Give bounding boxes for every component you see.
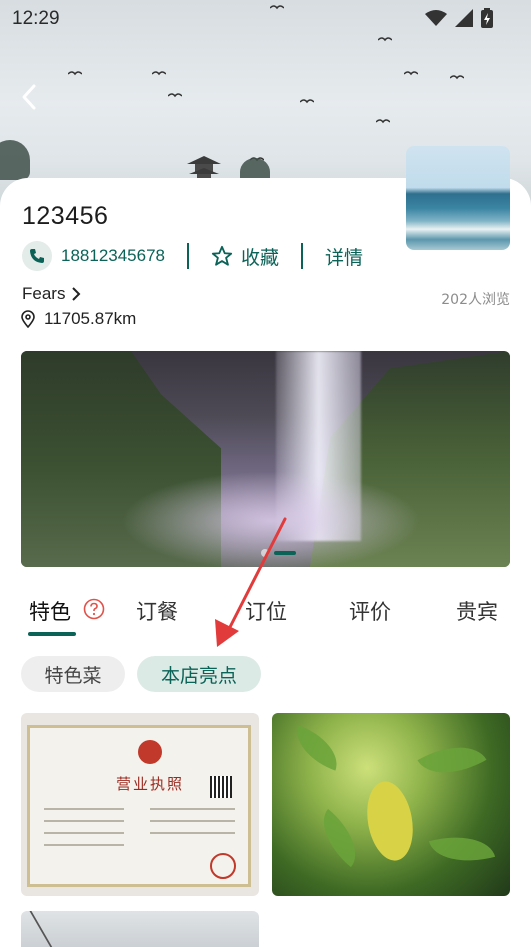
distance-row: 11705.87km	[20, 309, 136, 329]
shop-cover-image[interactable]	[406, 146, 510, 250]
contact-row: 18812345678 收藏 详情	[22, 240, 363, 272]
location-pin-icon	[21, 310, 35, 328]
bird-decoration	[68, 71, 82, 76]
gallery-image-business-license[interactable]: 营业执照	[21, 713, 259, 896]
owner-name: Fears	[22, 284, 66, 303]
view-count: 202人浏览	[441, 292, 510, 308]
leaf-decoration	[288, 725, 346, 771]
gallery-image-grass[interactable]	[21, 911, 259, 947]
official-stamp-icon	[210, 853, 236, 879]
distance-value: 11705.87km	[44, 309, 137, 328]
divider	[301, 243, 304, 269]
chip-highlights[interactable]: 本店亮点	[137, 656, 261, 692]
help-question-icon[interactable]	[83, 598, 105, 620]
shop-name: 123456	[22, 202, 109, 230]
leaf-decoration	[308, 808, 371, 868]
license-text-line	[150, 808, 235, 810]
active-tab-indicator	[28, 632, 76, 636]
national-emblem-icon	[138, 740, 162, 764]
license-title: 营业执照	[116, 775, 185, 793]
phone-icon	[30, 249, 44, 263]
category-tabs: 特色 订餐 订位 评价 贵宾	[0, 590, 531, 640]
bird-decoration	[168, 93, 182, 98]
favorite-button[interactable]: 收藏	[211, 243, 279, 270]
status-bar: 12:29	[0, 0, 531, 38]
battery-icon	[481, 8, 493, 28]
qr-code-icon	[210, 776, 232, 798]
back-arrow-icon[interactable]	[18, 83, 42, 111]
carousel-dot-active[interactable]	[274, 551, 296, 555]
bird-decoration	[450, 75, 464, 80]
chip-special-dishes[interactable]: 特色菜	[21, 656, 125, 692]
chevron-right-icon	[72, 287, 81, 301]
divider	[187, 243, 190, 269]
license-text-line	[44, 844, 124, 846]
license-text-line	[44, 820, 124, 822]
detail-link[interactable]: 详情	[325, 243, 363, 270]
tab-special[interactable]: 特色	[29, 596, 71, 626]
grass-decoration	[29, 911, 133, 947]
bird-decoration	[404, 71, 418, 76]
license-text-line	[150, 832, 235, 834]
bird-decoration	[152, 71, 166, 76]
bird-decoration	[376, 119, 390, 124]
tree-decoration	[0, 140, 30, 180]
favorite-label: 收藏	[241, 246, 280, 269]
owner-link[interactable]: Fears	[22, 284, 81, 304]
tab-vip[interactable]: 贵宾	[456, 596, 498, 626]
phone-number[interactable]: 18812345678	[61, 246, 165, 266]
leaf-decoration	[428, 825, 496, 873]
call-button[interactable]	[22, 241, 52, 271]
carousel-dot[interactable]	[261, 549, 269, 557]
tab-reviews[interactable]: 评价	[349, 596, 391, 626]
license-text-line	[150, 820, 235, 822]
wifi-icon	[425, 10, 447, 26]
star-outline-icon	[211, 245, 233, 266]
photo-banner-carousel[interactable]	[21, 351, 510, 567]
license-frame: 营业执照	[27, 725, 251, 887]
gallery-image-leaves[interactable]	[272, 713, 510, 896]
license-text-line	[44, 808, 124, 810]
tab-reserve-seat[interactable]: 订位	[245, 596, 287, 626]
status-time: 12:29	[12, 8, 60, 29]
yellow-leaf-decoration	[361, 777, 419, 865]
tab-order-food[interactable]: 订餐	[136, 596, 178, 626]
license-text-line	[44, 832, 124, 834]
leaf-decoration	[417, 730, 487, 790]
carousel-indicator	[261, 549, 296, 557]
cellular-signal-icon	[455, 9, 473, 27]
status-icons	[425, 8, 493, 28]
bird-decoration	[300, 99, 314, 104]
